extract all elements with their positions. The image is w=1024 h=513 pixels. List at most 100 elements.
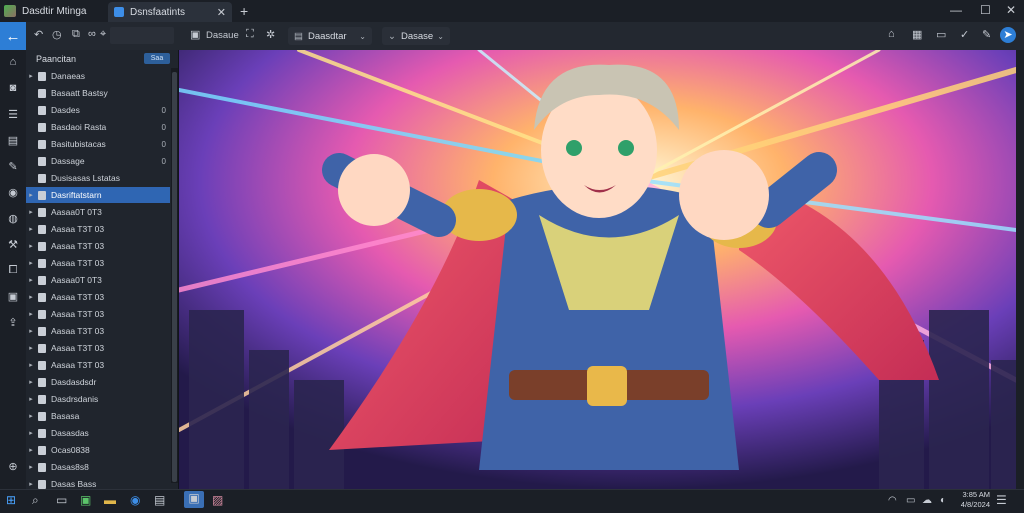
expand-caret-icon[interactable]: ▸ [26,344,36,352]
close-window-button[interactable]: ✕ [1006,3,1016,17]
cloud-icon[interactable]: ☁ [922,495,932,506]
tree-item[interactable]: ▸ Basasa [26,408,170,424]
image-viewer[interactable] [179,50,1016,489]
settings-icon[interactable]: ✲ [266,28,275,41]
tree-item[interactable]: ▸ Aasaa T3T 03 [26,221,170,237]
photos-app-icon[interactable]: ▣ [184,491,204,508]
tree-item[interactable]: Basdaoi Rasta 0 [26,119,170,135]
expand-caret-icon[interactable]: ▸ [26,72,36,80]
expand-caret-icon[interactable]: ▸ [26,412,36,420]
tree-item[interactable]: ▸ Dasriftatstarn [26,187,170,203]
tree-item[interactable]: Basaatt Bastsy [26,85,170,101]
expand-caret-icon[interactable]: ▸ [26,225,36,233]
tree-item[interactable]: ▸ Dasdasdsdr [26,374,170,390]
expand-caret-icon[interactable]: ▸ [26,446,36,454]
minimize-button[interactable]: — [950,3,962,17]
globe-icon[interactable]: ◍ [6,212,20,225]
undo-icon[interactable]: ↶ [34,28,43,41]
tree-item[interactable]: ▸ Aasaa T3T 03 [26,306,170,322]
back-button[interactable]: ← [0,22,26,50]
tree-item[interactable]: ▸ Aasaa0T 0T3 [26,272,170,288]
brush-icon[interactable]: ✎ [6,160,20,173]
expand-caret-icon[interactable]: ▸ [26,293,36,301]
tree-item[interactable]: ▸ Aasaa T3T 03 [26,357,170,373]
expand-caret-icon[interactable]: ▸ [26,480,36,488]
document-tab[interactable]: Dsnsfaatints ✕ [108,2,232,22]
crop-icon[interactable]: ⛶ [246,28,254,41]
notifications-icon[interactable]: ☰ [996,493,1007,507]
tree-item[interactable]: ▸ Aasaa T3T 03 [26,255,170,271]
viewer-scrollbar[interactable] [1016,50,1024,489]
close-tab-icon[interactable]: ✕ [217,6,226,19]
clock[interactable]: 3:85 AM 4/8/2024 [958,490,990,510]
path-field[interactable] [110,27,174,44]
home-icon[interactable]: ⌂ [888,28,895,40]
expand-caret-icon[interactable]: ▸ [26,327,36,335]
share-icon[interactable]: ➤ [1000,27,1016,43]
app-icon[interactable]: ▣ [80,493,91,507]
help-icon[interactable]: ⊕ [6,460,20,473]
search-icon[interactable]: ⌕ [32,493,39,508]
expand-caret-icon[interactable]: ▸ [26,276,36,284]
check-icon[interactable]: ✓ [960,28,969,41]
start-icon[interactable]: ⊞ [6,493,16,507]
tree-item[interactable]: ▸ Dasasdas [26,425,170,441]
folder-icon[interactable]: ▬ [104,493,116,507]
new-tab-button[interactable]: + [240,3,248,19]
expand-caret-icon[interactable]: ▸ [26,208,36,216]
tree-item[interactable]: ▸ Ocas0838 [26,442,170,458]
camera-icon[interactable]: ◙ [6,82,20,94]
tree-item[interactable]: Dassage 0 [26,153,170,169]
store-icon[interactable]: ▤ [154,493,165,507]
panel-scrollbar[interactable] [171,68,178,483]
scrollbar-thumb[interactable] [172,72,177,482]
filter-dropdown[interactable]: ⌄ Dasase ⌄ [382,27,450,45]
expand-caret-icon[interactable]: ▸ [26,361,36,369]
viewer-app-icon[interactable]: ▨ [212,493,223,507]
copy-icon[interactable]: ⧉ [72,28,80,41]
gallery-icon[interactable]: ▦ [912,28,922,41]
tree-item[interactable]: ▸ Aasaa T3T 03 [26,323,170,339]
save-icon[interactable]: ▣ [190,28,200,41]
tree-item[interactable]: Dasdes 0 [26,102,170,118]
expand-caret-icon[interactable]: ▸ [26,378,36,386]
expand-caret-icon[interactable]: ▸ [26,463,36,471]
palette-icon[interactable]: ◉ [6,186,20,199]
tree-item[interactable]: ▸ Dasdrsdanis [26,391,170,407]
sort-dropdown[interactable]: ▤ Daasdtar ⌄ [288,27,372,45]
home-icon[interactable]: ⌂ [6,56,20,68]
tree-item[interactable]: ▸ Dasas8s8 [26,459,170,475]
display-icon[interactable]: ▭ [906,495,915,506]
tree-item[interactable]: ▸ Aasaa0T 0T3 [26,204,170,220]
tree-item[interactable]: ▸ Aasaa T3T 03 [26,340,170,356]
view-label[interactable]: Dasaue [206,30,239,41]
app-title-tab[interactable]: Dasdtir Mtinga [0,0,108,22]
list-icon[interactable]: ☰ [6,108,20,121]
expand-caret-icon[interactable]: ▸ [26,395,36,403]
link-icon[interactable]: ∞ [88,28,96,40]
tree-item[interactable]: Dusisasas Lstatas [26,170,170,186]
tree-item[interactable]: ▸ Aasaa T3T 03 [26,238,170,254]
expand-caret-icon[interactable]: ▸ [26,259,36,267]
export-icon[interactable]: ⇪ [6,316,20,329]
fit-icon[interactable]: ▭ [936,28,946,41]
panel-header-button[interactable]: Saa [144,53,170,64]
image-icon[interactable]: ▣ [6,290,20,303]
expand-caret-icon[interactable]: ▸ [26,191,36,199]
tool-icon[interactable]: ⚒ [6,238,20,251]
pin-icon[interactable]: ⌖ [100,28,106,41]
task-view-icon[interactable]: ▭ [56,493,67,507]
tree-item[interactable]: ▸ Aasaa T3T 03 [26,289,170,305]
folder-icon[interactable]: ▤ [6,134,20,147]
edit-icon[interactable]: ✎ [982,28,991,41]
tree-item[interactable]: Basitubistacas 0 [26,136,170,152]
tag-icon[interactable]: ⧠ [6,264,20,277]
browser-icon[interactable]: ◉ [130,493,140,507]
volume-icon[interactable]: ◐ [940,495,946,506]
tree-item[interactable]: ▸ Danaeas [26,68,170,84]
history-icon[interactable]: ◷ [52,28,62,41]
expand-caret-icon[interactable]: ▸ [26,429,36,437]
network-icon[interactable]: ◠ [888,495,897,506]
expand-caret-icon[interactable]: ▸ [26,310,36,318]
expand-caret-icon[interactable]: ▸ [26,242,36,250]
